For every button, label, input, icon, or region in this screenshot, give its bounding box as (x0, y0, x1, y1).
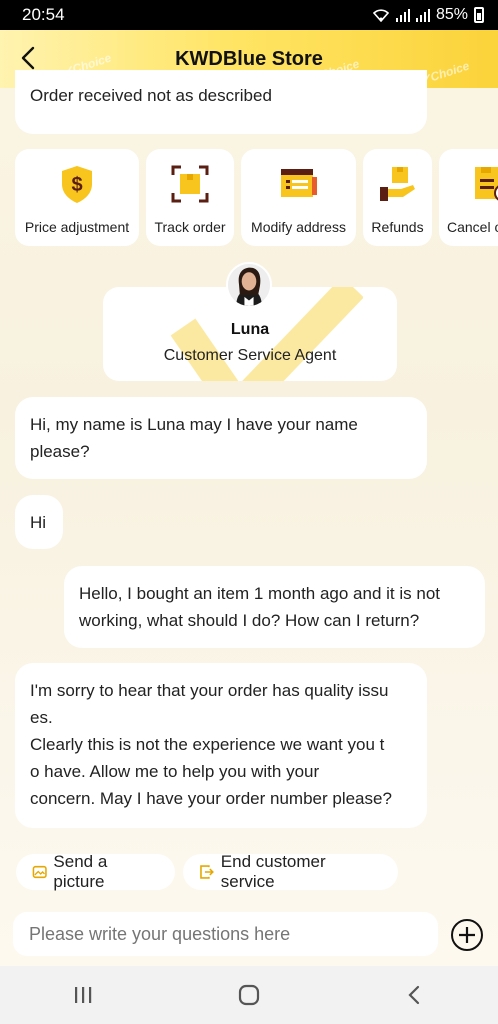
message-line: o have. Allow me to help you with your (30, 762, 320, 781)
battery-percent: 85% (435, 6, 468, 23)
action-label: Price adjustment (24, 219, 130, 235)
status-time: 20:54 (22, 5, 65, 24)
price-adjustment-button[interactable]: $ Price adjustment (15, 149, 139, 246)
action-label: Refunds (371, 219, 424, 235)
svg-text:$: $ (71, 174, 82, 196)
signal-icon-2 (415, 8, 430, 22)
chat-screen: 20:54 85% ✓Choice ✓Choice ✓Choice KWDBlu… (0, 0, 498, 1024)
action-label: Track order (154, 219, 226, 235)
address-card-icon (280, 169, 317, 197)
dollar-shield-icon: $ (62, 166, 92, 203)
modify-address-button[interactable]: Modify address (241, 149, 356, 246)
message-text: Order received not as described (30, 86, 272, 105)
refund-hand-icon (379, 167, 415, 201)
send-picture-button[interactable]: Send a picture (16, 852, 175, 891)
refunds-button[interactable]: Refunds (363, 149, 432, 246)
system-nav-bar (0, 966, 498, 1024)
add-attachment-icon[interactable] (450, 918, 484, 952)
message-line: I'm sorry to hear that your order has qu… (30, 681, 389, 700)
cancel-order-button[interactable]: Cancel o (439, 149, 498, 246)
agent-name: Luna (230, 321, 270, 338)
message-text: Hi, my name is Luna may I have your name… (30, 415, 358, 461)
recent-apps-icon[interactable] (63, 975, 103, 1015)
message-line: concern. May I have your order number pl… (30, 789, 392, 808)
message-text: Hello, I bought an item 1 month ago and … (79, 584, 441, 630)
page-title: KWDBlue Store (175, 47, 323, 70)
track-box-icon (171, 165, 209, 203)
chip-label: Send a picture (53, 852, 108, 891)
avatar (226, 262, 272, 308)
exit-icon (200, 865, 214, 879)
user-message: Hello, I bought an item 1 month ago and … (64, 566, 485, 648)
status-icons: 85% (372, 6, 484, 24)
message-bubble-partial: Order received not as described (15, 70, 427, 134)
message-line: es. (30, 708, 53, 727)
agent-message: I'm sorry to hear that your order has qu… (15, 663, 427, 828)
back-icon[interactable] (395, 975, 435, 1015)
action-label: Cancel o (447, 219, 498, 235)
action-label: Modify address (251, 219, 346, 235)
home-icon[interactable] (229, 975, 269, 1015)
wifi-icon (372, 9, 390, 22)
message-text: Hi (30, 513, 47, 532)
message-line: Clearly this is not the experience we wa… (30, 735, 385, 754)
signal-icon (395, 8, 410, 22)
battery-icon (474, 7, 484, 23)
agent-message: Hi (15, 495, 63, 549)
message-input[interactable] (13, 912, 438, 956)
track-order-button[interactable]: Track order (146, 149, 234, 246)
agent-portrait (228, 264, 270, 306)
chip-label: End customer service (220, 852, 326, 891)
status-bar: 20:54 85% (0, 0, 498, 30)
quick-actions-bar: $ Price adjustment Track order Modify ad… (15, 149, 498, 246)
agent-role: Customer Service Agent (163, 347, 337, 364)
picture-icon (32, 865, 47, 879)
cancel-order-icon (475, 167, 498, 201)
agent-message: Hi, my name is Luna may I have your name… (15, 397, 427, 479)
end-service-button[interactable]: End customer service (183, 852, 398, 891)
